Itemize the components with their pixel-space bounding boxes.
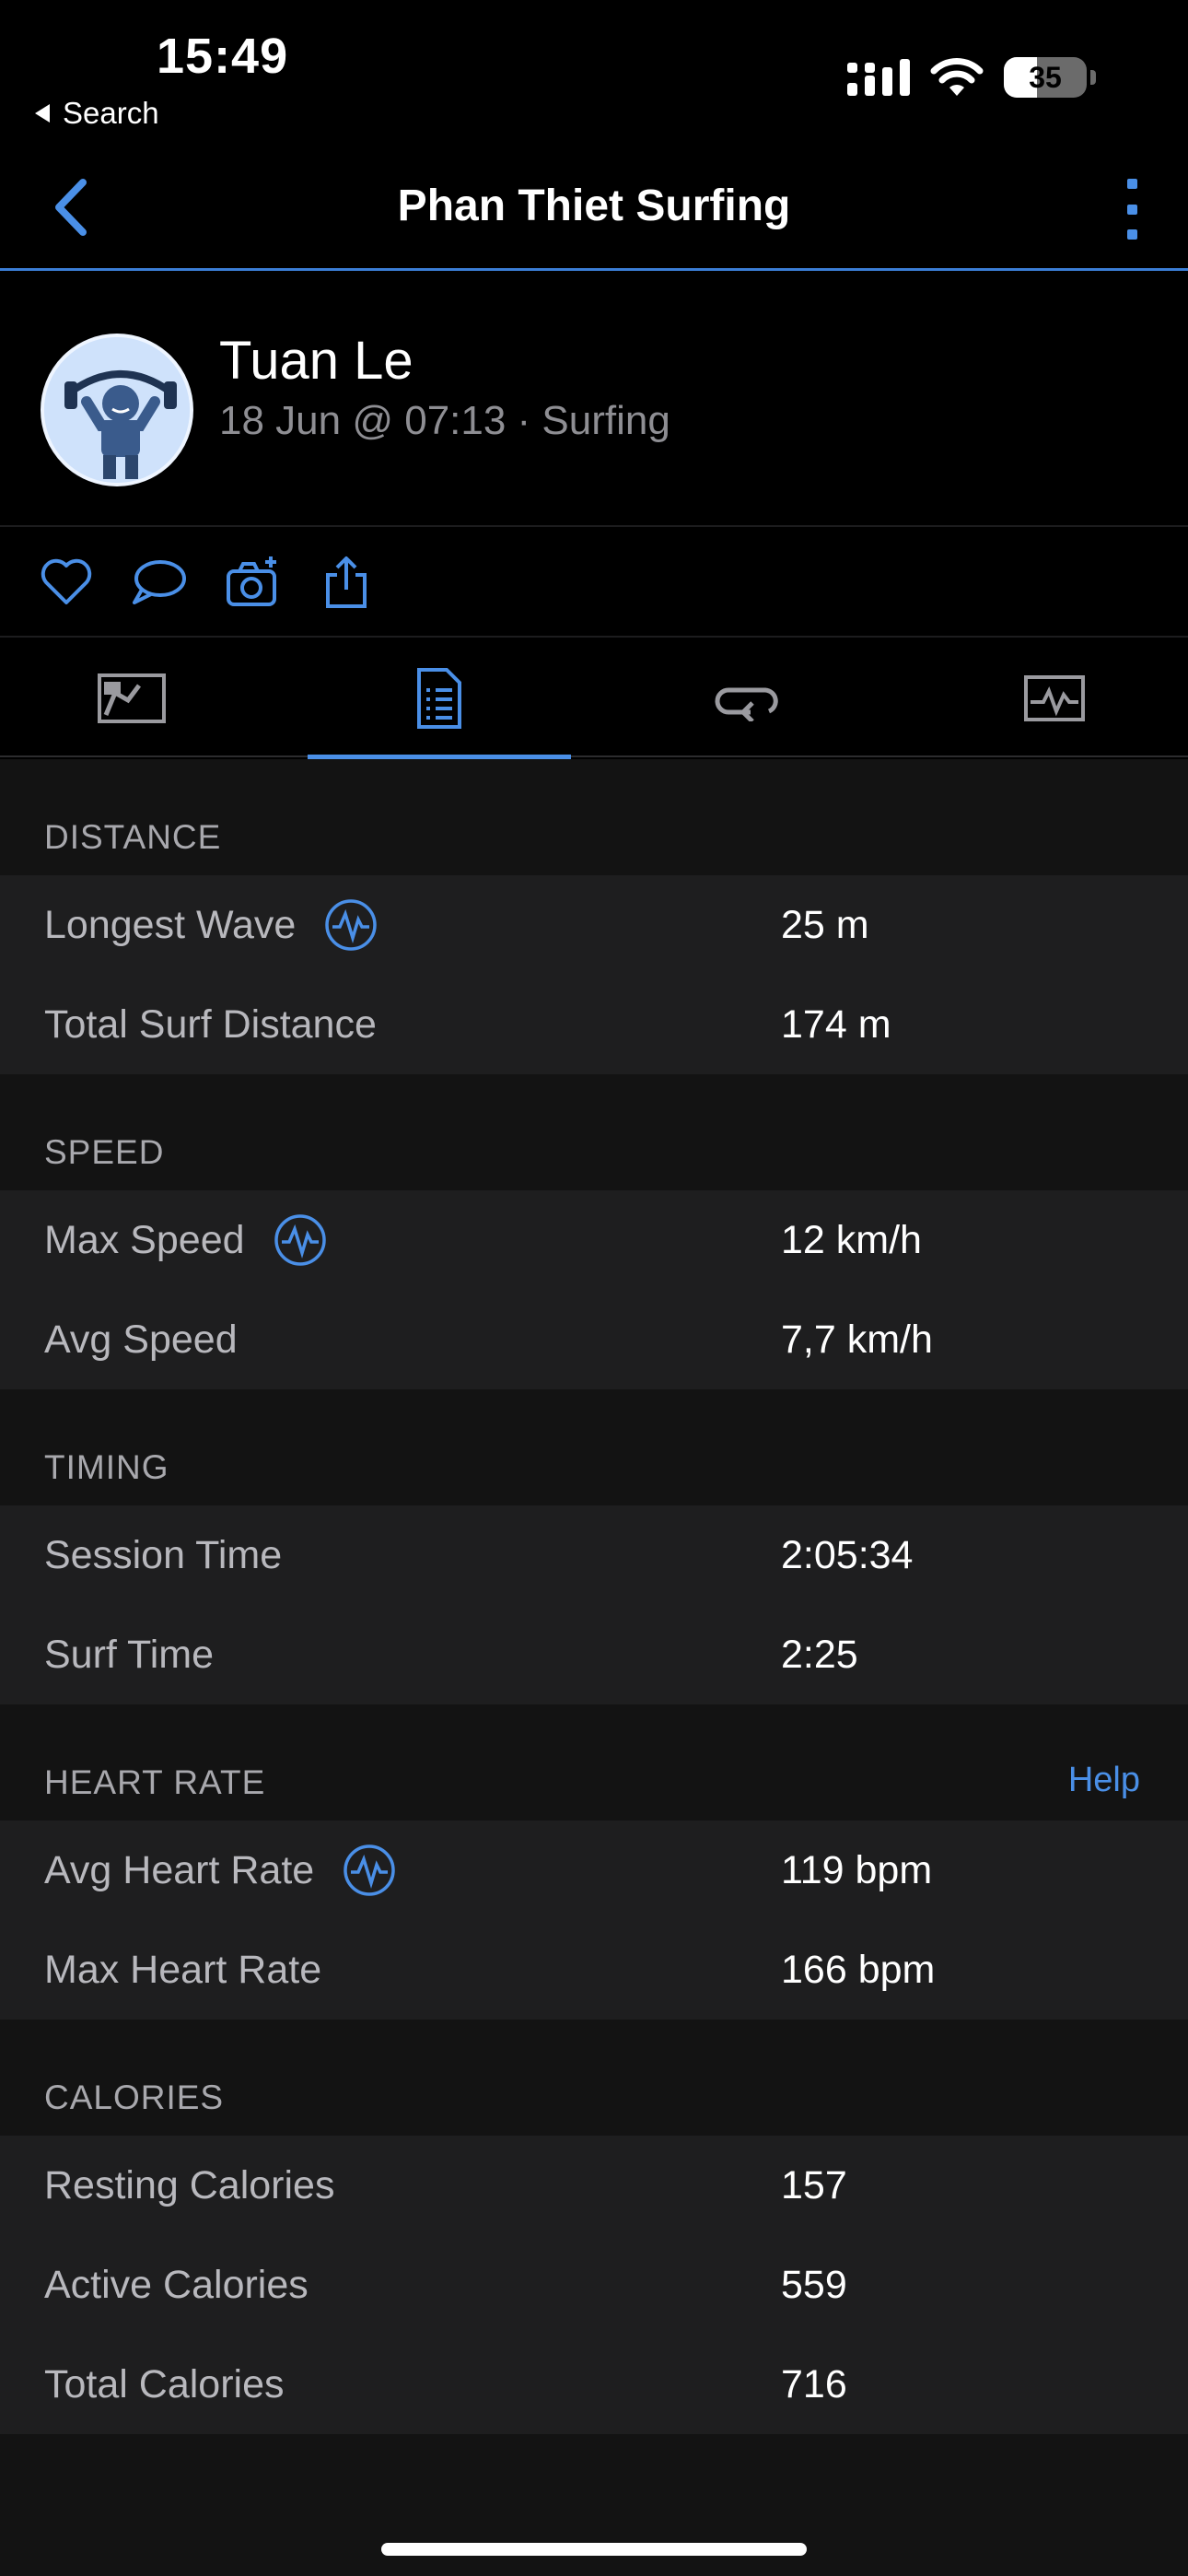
tab-stats[interactable] xyxy=(308,639,571,759)
stat-row[interactable]: Session Time 2:05:34 xyxy=(0,1505,1188,1605)
stat-row[interactable]: Avg Speed 7,7 km/h xyxy=(0,1290,1188,1389)
activity-pulse-icon[interactable] xyxy=(323,897,379,953)
section-header-heart-rate: HEART RATE Help xyxy=(44,1761,1140,1801)
stat-value: 2:05:34 xyxy=(781,1532,914,1577)
page-title: Phan Thiet Surfing xyxy=(397,181,791,230)
stat-label: Max Heart Rate xyxy=(44,1947,322,1992)
stat-row[interactable]: Max Heart Rate 166 bpm xyxy=(0,1920,1188,2020)
stat-row[interactable]: Total Calories 716 xyxy=(0,2335,1188,2434)
stat-label: Avg Heart Rate xyxy=(44,1847,315,1892)
user-name[interactable]: Tuan Le xyxy=(219,330,413,392)
section-heart-rate: Avg Heart Rate 119 bpm Max Heart Rate 16… xyxy=(0,1821,1188,2020)
back-triangle-icon xyxy=(35,104,50,123)
status-icons: 35 xyxy=(847,57,1096,98)
stats-list: DISTANCE Longest Wave 25 m Total Surf Di… xyxy=(0,759,1188,2576)
section-header-distance: DISTANCE xyxy=(44,818,222,856)
stat-row[interactable]: Longest Wave 25 m xyxy=(0,875,1188,975)
stat-value: 12 km/h xyxy=(781,1217,922,1262)
section-speed: Max Speed 12 km/h Avg Speed 7,7 km/h xyxy=(0,1190,1188,1389)
back-to-search-link[interactable]: Search xyxy=(35,96,159,131)
tab-charts[interactable] xyxy=(923,639,1186,757)
cellular-signal-icon xyxy=(847,59,910,96)
share-icon[interactable] xyxy=(317,553,376,612)
stat-value: 2:25 xyxy=(781,1632,858,1677)
stat-label: Surf Time xyxy=(44,1632,214,1677)
back-to-search-label: Search xyxy=(63,96,159,130)
action-row xyxy=(0,529,1188,638)
navigation-bar: Phan Thiet Surfing xyxy=(0,138,1188,271)
comment-bubble-icon[interactable] xyxy=(129,553,188,612)
stat-row[interactable]: Resting Calories 157 xyxy=(0,2136,1188,2235)
stat-value: 166 bpm xyxy=(781,1947,936,1992)
activity-header: Tuan Le 18 Jun @ 07:13 · Surfing xyxy=(0,291,1188,527)
battery-icon: 35 xyxy=(1004,57,1096,98)
stat-value: 157 xyxy=(781,2162,847,2207)
stat-value: 119 bpm xyxy=(781,1847,933,1892)
stat-row[interactable]: Active Calories 559 xyxy=(0,2235,1188,2335)
tab-map[interactable] xyxy=(0,639,263,757)
activity-tabs xyxy=(0,639,1188,759)
map-icon xyxy=(98,673,166,723)
activity-pulse-icon[interactable] xyxy=(273,1212,328,1268)
stat-value: 559 xyxy=(781,2262,847,2307)
more-options-icon[interactable] xyxy=(1118,179,1146,240)
wifi-icon xyxy=(930,58,984,96)
stat-row[interactable]: Max Speed 12 km/h xyxy=(0,1190,1188,1290)
stat-label: Max Speed xyxy=(44,1217,245,1262)
stat-row[interactable]: Avg Heart Rate 119 bpm xyxy=(0,1821,1188,1920)
stat-label: Active Calories xyxy=(44,2262,309,2307)
stat-label: Total Surf Distance xyxy=(44,1001,377,1047)
stat-value: 25 m xyxy=(781,902,869,947)
activity-date-type: 18 Jun @ 07:13 · Surfing xyxy=(219,398,670,443)
section-calories: Resting Calories 157 Active Calories 559… xyxy=(0,2136,1188,2434)
stat-label: Total Calories xyxy=(44,2361,285,2406)
section-timing: Session Time 2:05:34 Surf Time 2:25 xyxy=(0,1505,1188,1704)
activity-pulse-icon[interactable] xyxy=(342,1843,397,1898)
stat-label: Resting Calories xyxy=(44,2162,335,2207)
home-indicator[interactable] xyxy=(381,2543,807,2556)
stat-row[interactable]: Total Surf Distance 174 m xyxy=(0,975,1188,1074)
section-distance: Longest Wave 25 m Total Surf Distance 17… xyxy=(0,875,1188,1074)
clock: 15:49 xyxy=(157,29,289,84)
stat-row[interactable]: Surf Time 2:25 xyxy=(0,1605,1188,1704)
laps-loop-icon xyxy=(715,687,778,721)
weightlifter-avatar-icon xyxy=(44,337,190,483)
like-heart-icon[interactable] xyxy=(37,553,96,612)
stats-document-icon xyxy=(417,668,461,729)
stat-label: Session Time xyxy=(44,1532,283,1577)
stat-label: Longest Wave xyxy=(44,902,297,947)
section-header-timing: TIMING xyxy=(44,1448,169,1486)
battery-level: 35 xyxy=(1029,60,1062,94)
avatar[interactable] xyxy=(41,334,193,486)
tab-laps[interactable] xyxy=(615,639,879,757)
stat-label: Avg Speed xyxy=(44,1317,238,1362)
add-photo-camera-icon[interactable] xyxy=(223,553,282,612)
chart-icon xyxy=(1024,675,1085,721)
stat-value: 7,7 km/h xyxy=(781,1317,933,1362)
stat-value: 174 m xyxy=(781,1001,891,1047)
stat-value: 716 xyxy=(781,2361,847,2406)
help-link[interactable]: Help xyxy=(1068,1761,1140,1800)
status-bar: 15:49 Search 35 xyxy=(0,0,1188,138)
section-header-calories: CALORIES xyxy=(44,2078,225,2116)
section-header-speed: SPEED xyxy=(44,1133,165,1171)
